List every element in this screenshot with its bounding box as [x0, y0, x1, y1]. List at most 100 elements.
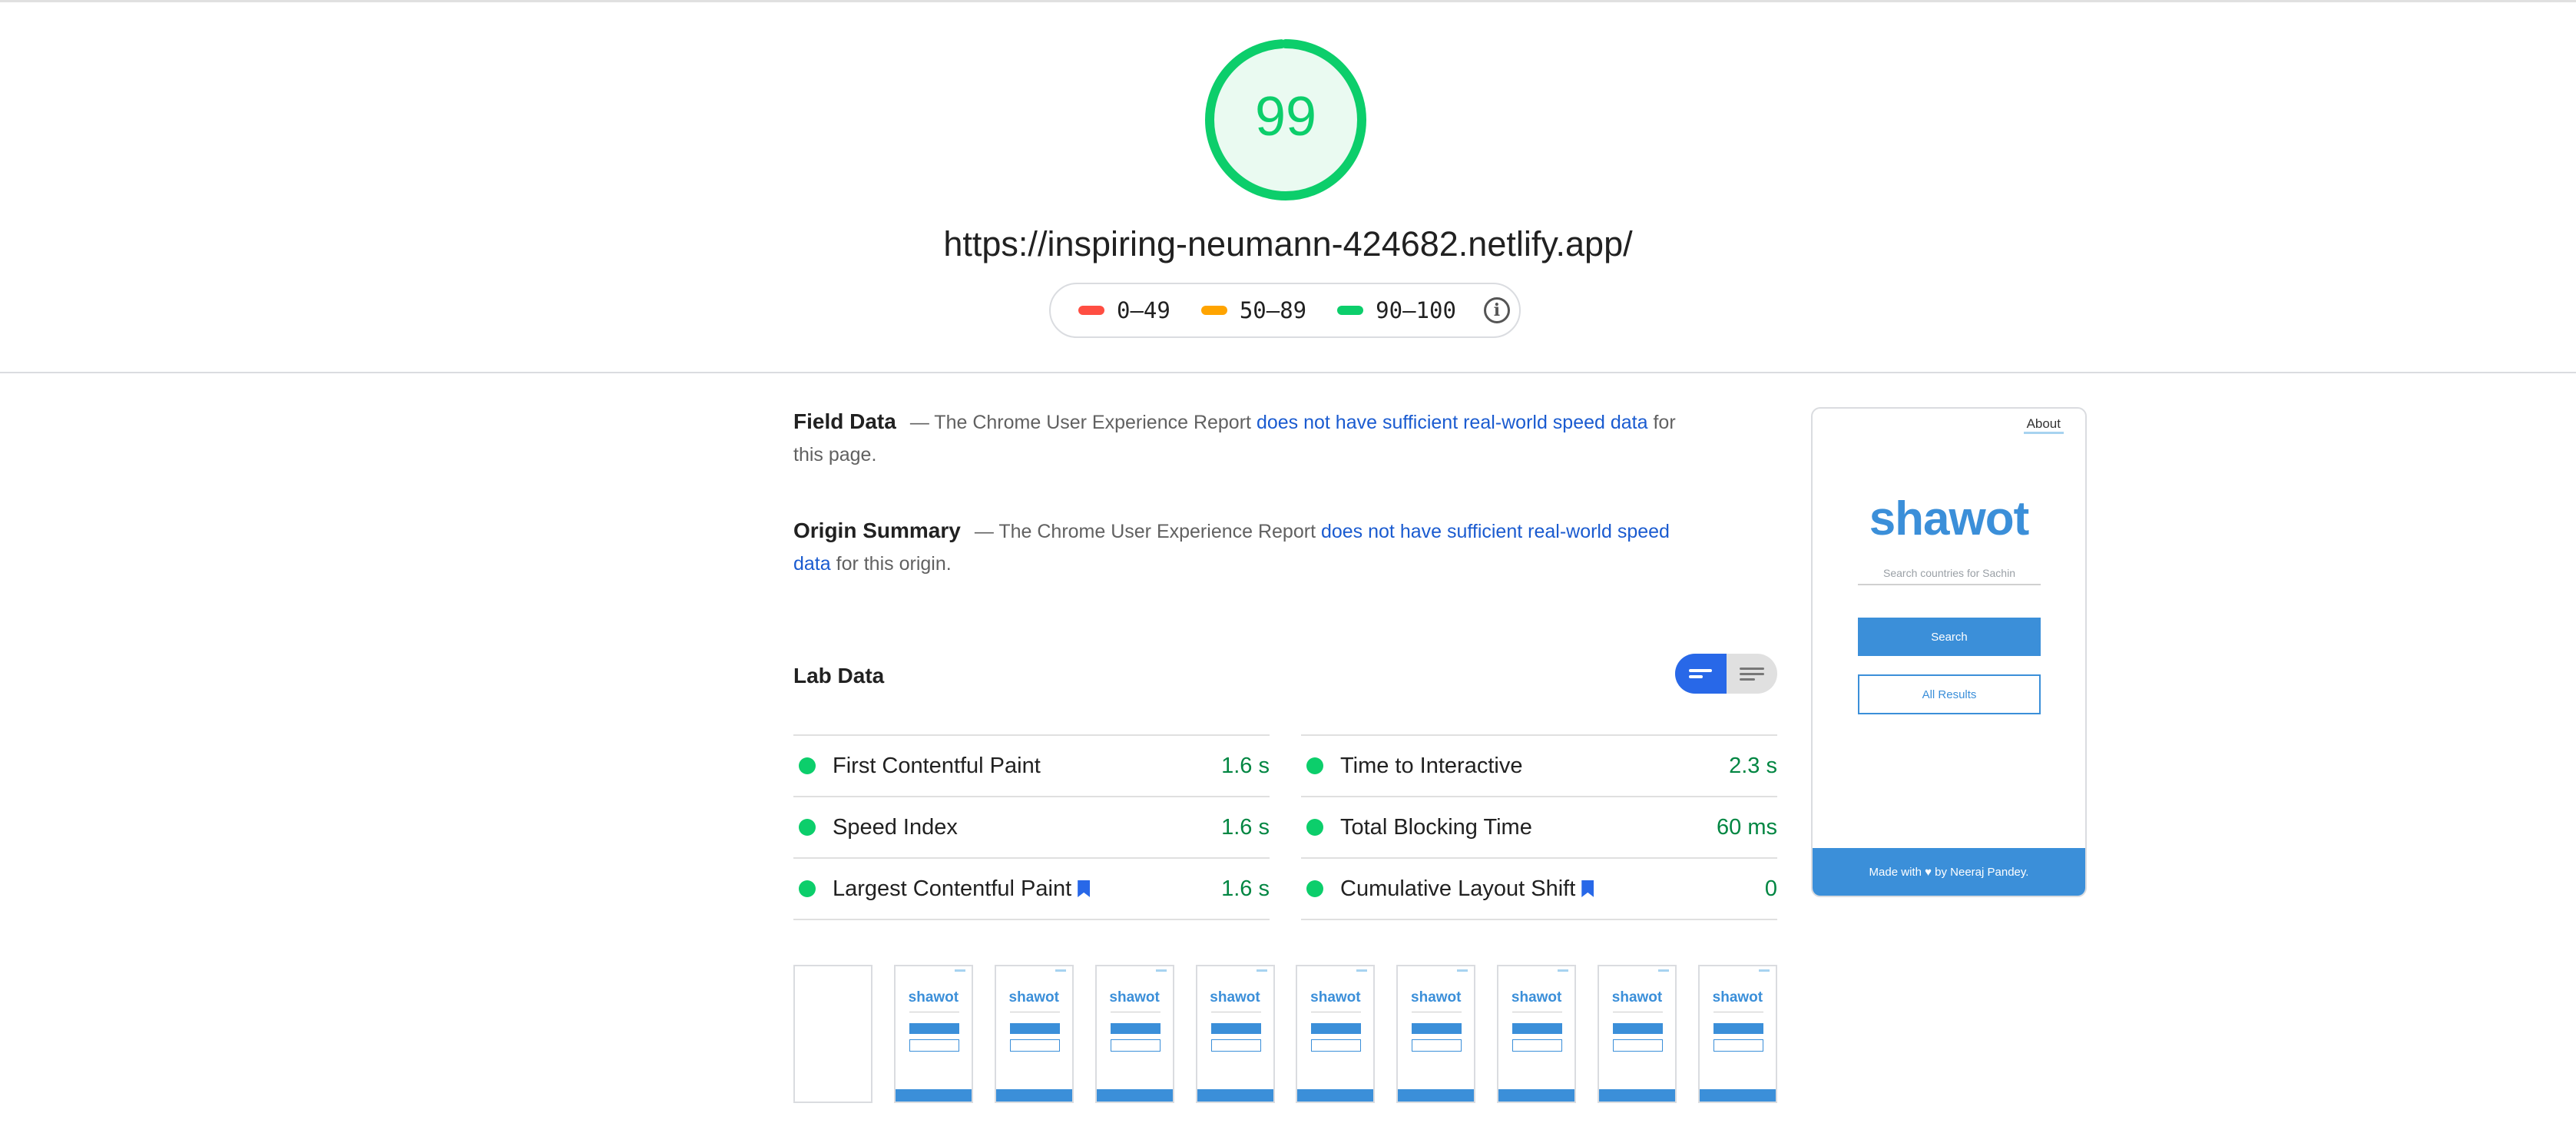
frame-search-button [1311, 1023, 1362, 1034]
frame-about [1758, 969, 1770, 972]
metric-name: Largest Contentful Paint [833, 876, 1072, 901]
screenshot-search-input: Search countries for Sachin [1858, 562, 2041, 585]
screenshot-all-results-button: All Results [1858, 674, 2041, 714]
frame-logo: shawot [1008, 989, 1059, 1006]
metric-value: 1.6 s [1221, 753, 1270, 778]
legend-swatch [1337, 306, 1364, 315]
performance-score-gauge: 99 [1205, 39, 1366, 200]
frame-footer [1297, 1089, 1374, 1102]
metric-value: 0 [1764, 876, 1777, 901]
frame-footer [1699, 1089, 1776, 1102]
frame-logo: shawot [1611, 989, 1663, 1006]
frame-about [1658, 969, 1669, 972]
compact-view-button[interactable] [1675, 654, 1727, 694]
expanded-view-icon-line [1739, 672, 1764, 675]
field-data-text-pre: — The Chrome User Experience Report [909, 412, 1257, 433]
filmstrip-frame: shawot [1396, 965, 1476, 1103]
bookmark-icon [1078, 880, 1091, 897]
frame-all-results-button [1210, 1039, 1261, 1052]
pass-status-icon [799, 757, 816, 774]
frame-search-button [1412, 1023, 1462, 1034]
metrics-column-right: Time to Interactive 2.3 s Total Blocking… [1301, 734, 1777, 920]
top-border [0, 0, 2576, 2]
frame-footer [895, 1089, 972, 1102]
frame-search-button [1713, 1023, 1763, 1034]
field-data-link[interactable]: does not have sufficient real-world spee… [1257, 412, 1648, 433]
frame-logo: shawot [1411, 989, 1462, 1006]
metric-name: Total Blocking Time [1340, 814, 1532, 840]
filmstrip-frame: shawot [1094, 965, 1174, 1103]
metric-name: Cumulative Layout Shift [1340, 876, 1576, 901]
legend-label: 90–100 [1376, 297, 1456, 323]
screenshot-footer: Made with ♥ by Neeraj Pandey. [1813, 848, 2085, 896]
screenshot-logo: shawot [1869, 492, 2030, 545]
pass-status-icon [1306, 819, 1323, 836]
metric-name-wrap: Cumulative Layout Shift [1340, 876, 1765, 902]
screenshot-about-link: About [2023, 416, 2064, 434]
expanded-view-icon-line [1739, 678, 1755, 681]
expanded-view-button[interactable] [1727, 654, 1778, 694]
frame-logo: shawot [1712, 989, 1763, 1006]
bookmark-icon [1581, 880, 1594, 897]
origin-summary-section: Origin Summary — The Chrome User Experien… [793, 515, 1692, 580]
legend-item-fail: 0–49 [1078, 297, 1170, 323]
frame-about [1558, 969, 1569, 972]
pass-status-icon [1306, 757, 1323, 774]
frame-logo: shawot [1310, 989, 1361, 1006]
metric-value: 60 ms [1717, 814, 1777, 840]
info-icon[interactable]: i [1483, 297, 1510, 323]
field-data-section: Field Data — The Chrome User Experience R… [793, 406, 1692, 471]
frame-logo: shawot [1511, 989, 1562, 1006]
frame-logo: shawot [908, 989, 959, 1006]
frame-all-results-button [909, 1039, 959, 1052]
frame-about [1256, 969, 1267, 972]
legend-item-average: 50–89 [1200, 297, 1306, 323]
metric-cumulative-layout-shift: Cumulative Layout Shift 0 [1301, 857, 1777, 920]
metric-first-contentful-paint: First Contentful Paint 1.6 s [793, 734, 1270, 796]
metric-name: Speed Index [833, 814, 958, 840]
frame-about [954, 969, 965, 972]
metric-value: 1.6 s [1221, 814, 1270, 840]
frame-all-results-button [1412, 1039, 1462, 1052]
metrics-column-left: First Contentful Paint 1.6 s Speed Index… [793, 734, 1270, 920]
frame-search-button [1613, 1023, 1663, 1034]
frame-all-results-button [1009, 1039, 1060, 1052]
frame-all-results-button [1110, 1039, 1161, 1052]
metric-speed-index: Speed Index 1.6 s [793, 796, 1270, 857]
metric-value: 1.6 s [1221, 876, 1270, 901]
origin-summary-title: Origin Summary [793, 518, 961, 542]
frame-footer [1197, 1089, 1273, 1102]
metric-name: Time to Interactive [1340, 753, 1523, 778]
score-value: 99 [1255, 86, 1316, 147]
frame-logo: shawot [1210, 989, 1260, 1006]
origin-summary-text-post: for this origin. [830, 553, 952, 575]
lab-data-title: Lab Data [793, 664, 885, 687]
frame-search-button [1009, 1023, 1060, 1034]
filmstrip-frame: shawot [1497, 965, 1577, 1103]
filmstrip-frame: shawot [994, 965, 1074, 1103]
field-data-title: Field Data [793, 409, 896, 433]
screenshot-search-button: Search [1858, 618, 2041, 656]
page-url: https://inspiring-neumann-424682.netlify… [943, 224, 1633, 263]
frame-all-results-button [1311, 1039, 1362, 1052]
frame-search-button [1512, 1023, 1563, 1034]
metric-time-to-interactive: Time to Interactive 2.3 s [1301, 734, 1777, 796]
metrics-view-toggle[interactable] [1675, 654, 1777, 694]
score-legend: 0–49 50–89 90–100 i [1049, 283, 1521, 338]
frame-all-results-button [1613, 1039, 1663, 1052]
metric-name-wrap: Largest Contentful Paint [833, 876, 1221, 902]
filmstrip-frame [793, 965, 872, 1103]
frame-about [1457, 969, 1468, 972]
legend-item-pass: 90–100 [1337, 297, 1456, 323]
filmstrip-frame: shawot [1195, 965, 1275, 1103]
filmstrip-frame: shawot [1296, 965, 1376, 1103]
filmstrip-frame: shawot [1697, 965, 1777, 1103]
frame-about [1356, 969, 1368, 972]
expanded-view-icon [1739, 667, 1764, 670]
pass-status-icon [799, 819, 816, 836]
frame-footer [1599, 1089, 1675, 1102]
frame-footer [1498, 1089, 1575, 1102]
metric-total-blocking-time: Total Blocking Time 60 ms [1301, 796, 1777, 857]
frame-search-button [1210, 1023, 1261, 1034]
frame-about [1155, 969, 1167, 972]
